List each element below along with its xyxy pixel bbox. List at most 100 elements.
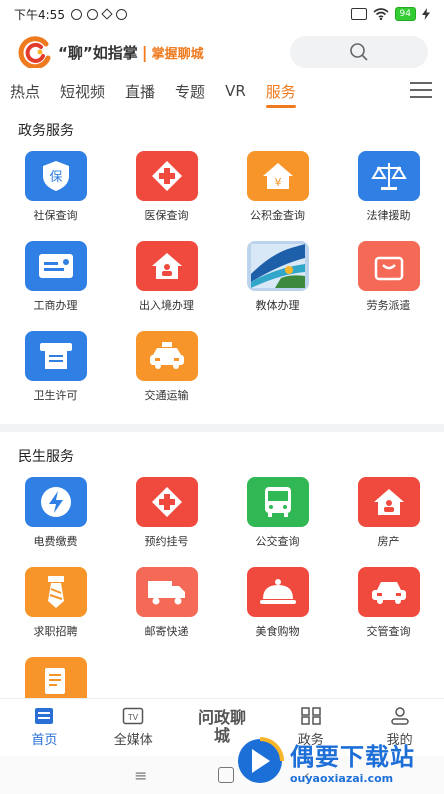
- home-nav-icon[interactable]: [217, 767, 234, 783]
- service-item[interactable]: 保社保查询: [0, 146, 111, 236]
- service-item[interactable]: 公交查询: [222, 472, 333, 562]
- section-title-livelihood: 民生服务: [18, 449, 74, 465]
- menu-icon[interactable]: [410, 82, 432, 98]
- service-item-label: 美食购物: [255, 625, 300, 638]
- service-item[interactable]: 预约挂号: [111, 472, 222, 562]
- channel-tabs: 热点 短视频 直播 专题 VR 服务: [0, 76, 444, 108]
- tie-icon: [24, 567, 87, 617]
- charging-icon: [422, 8, 430, 20]
- notification-icon: [70, 8, 82, 20]
- car-icon: [357, 567, 420, 617]
- service-item[interactable]: 交管查询: [333, 562, 444, 652]
- service-item-label: 交管查询: [366, 625, 411, 638]
- service-item[interactable]: 邮寄快递: [111, 562, 222, 652]
- grid-icon: [301, 706, 321, 725]
- nav-media-label: 全媒体: [113, 732, 153, 748]
- tv-icon: TV: [122, 707, 144, 724]
- service-item-label: 卫生许可: [33, 389, 78, 402]
- service-item[interactable]: 卫生许可: [0, 326, 111, 416]
- service-item[interactable]: 教体办理: [222, 236, 333, 326]
- app-logo: [16, 36, 52, 70]
- watermark-logo-icon: [238, 737, 284, 783]
- nav-home[interactable]: 首页: [0, 699, 89, 755]
- search-box[interactable]: [290, 36, 428, 68]
- wifi-icon: [373, 8, 389, 20]
- service-item[interactable]: 求职招聘: [0, 562, 111, 652]
- service-item[interactable]: 出入境办理: [111, 236, 222, 326]
- sim-icon: [350, 8, 367, 20]
- cloche-icon: [246, 567, 309, 617]
- tab-live[interactable]: 直播: [115, 81, 165, 102]
- section-divider: [0, 424, 444, 432]
- nav-home-label: 首页: [31, 732, 58, 748]
- service-item-label: 社保查询: [33, 209, 78, 222]
- service-item[interactable]: 法律援助: [333, 146, 444, 236]
- service-item[interactable]: 交通运输: [111, 326, 222, 416]
- tab-short-video[interactable]: 短视频: [50, 81, 115, 102]
- service-item-label: 教体办理: [255, 299, 300, 312]
- service-item[interactable]: ¥ 公积金查询: [222, 146, 333, 236]
- bag-icon: [357, 241, 420, 291]
- lightning-icon: [24, 477, 87, 527]
- tab-hot[interactable]: 热点: [0, 81, 50, 102]
- house-person-icon: [135, 241, 198, 291]
- service-item-label: 邮寄快递: [144, 625, 189, 638]
- home-icon: [35, 707, 54, 724]
- app-header: “聊”如指掌 | 掌握聊城: [0, 28, 444, 76]
- service-item-label: 医保查询: [144, 209, 189, 222]
- house-yen-icon: ¥: [246, 151, 309, 201]
- house-person-icon: [357, 477, 420, 527]
- service-item-label: 电费缴费: [33, 535, 78, 548]
- service-item-label: 房产: [377, 535, 400, 548]
- shield-icon: 保: [24, 151, 87, 201]
- bus-icon: [246, 477, 309, 527]
- service-item[interactable]: 房产: [333, 472, 444, 562]
- status-time: 下午4:55: [14, 7, 65, 22]
- id-card-icon: [24, 241, 87, 291]
- user-icon: [390, 706, 409, 725]
- service-item-label: 公积金查询: [250, 209, 305, 222]
- menu-nav-icon[interactable]: ≡: [134, 766, 147, 785]
- notification-icon: [86, 8, 98, 20]
- watermark-url: ouyaoxiazai.com: [290, 772, 394, 785]
- battery-indicator: 94: [394, 7, 416, 21]
- medical-cross-icon: [135, 477, 198, 527]
- service-item-label: 工商办理: [33, 299, 78, 312]
- notification-icons: [70, 8, 127, 20]
- brand-separator: |: [141, 42, 148, 62]
- service-item-label: 出入境办理: [139, 299, 194, 312]
- brand-name: “聊”如指掌: [58, 43, 138, 62]
- taxi-icon: [135, 331, 198, 381]
- nav-media[interactable]: TV 全媒体: [89, 699, 178, 755]
- service-item-label: 劳务派遣: [366, 299, 411, 312]
- scales-icon: [357, 151, 420, 201]
- service-item-label: 法律援助: [366, 209, 411, 222]
- watermark: 偶要下载站 ouyaoxiazai.com: [234, 728, 444, 794]
- service-item-label: 预约挂号: [144, 535, 189, 548]
- medical-cross-icon: [135, 151, 198, 201]
- watermark-text: 偶要下载站: [290, 743, 415, 771]
- service-item[interactable]: 美食购物: [222, 562, 333, 652]
- service-item[interactable]: 劳务派遣: [333, 236, 444, 326]
- status-bar: 下午4:55 94: [0, 0, 444, 28]
- service-item[interactable]: 工商办理: [0, 236, 111, 326]
- search-icon: [350, 43, 368, 61]
- brand-slogan: 掌握聊城: [151, 46, 204, 62]
- service-item-label: 交通运输: [144, 389, 189, 402]
- tab-topic[interactable]: 专题: [165, 81, 215, 102]
- service-item-label: 求职招聘: [33, 625, 78, 638]
- truck-icon: [135, 567, 198, 617]
- permit-icon: [24, 331, 87, 381]
- section-title-government: 政务服务: [18, 123, 74, 139]
- tab-vr[interactable]: VR: [215, 82, 256, 100]
- tab-service[interactable]: 服务: [256, 81, 306, 108]
- notification-icon: [115, 8, 127, 20]
- landscape-icon: [246, 241, 309, 291]
- svg-text:¥: ¥: [274, 176, 281, 189]
- svg-text:TV: TV: [128, 713, 139, 722]
- service-item-label: 公交查询: [255, 535, 300, 548]
- service-item[interactable]: 电费缴费: [0, 472, 111, 562]
- service-item[interactable]: 医保查询: [111, 146, 222, 236]
- location-icon: [101, 8, 113, 20]
- government-services-grid: 保社保查询 医保查询 ¥ 公积金查询 法律援助 工商办理 出入境办理 教体办理 劳务派遣 卫生许可…: [0, 146, 444, 416]
